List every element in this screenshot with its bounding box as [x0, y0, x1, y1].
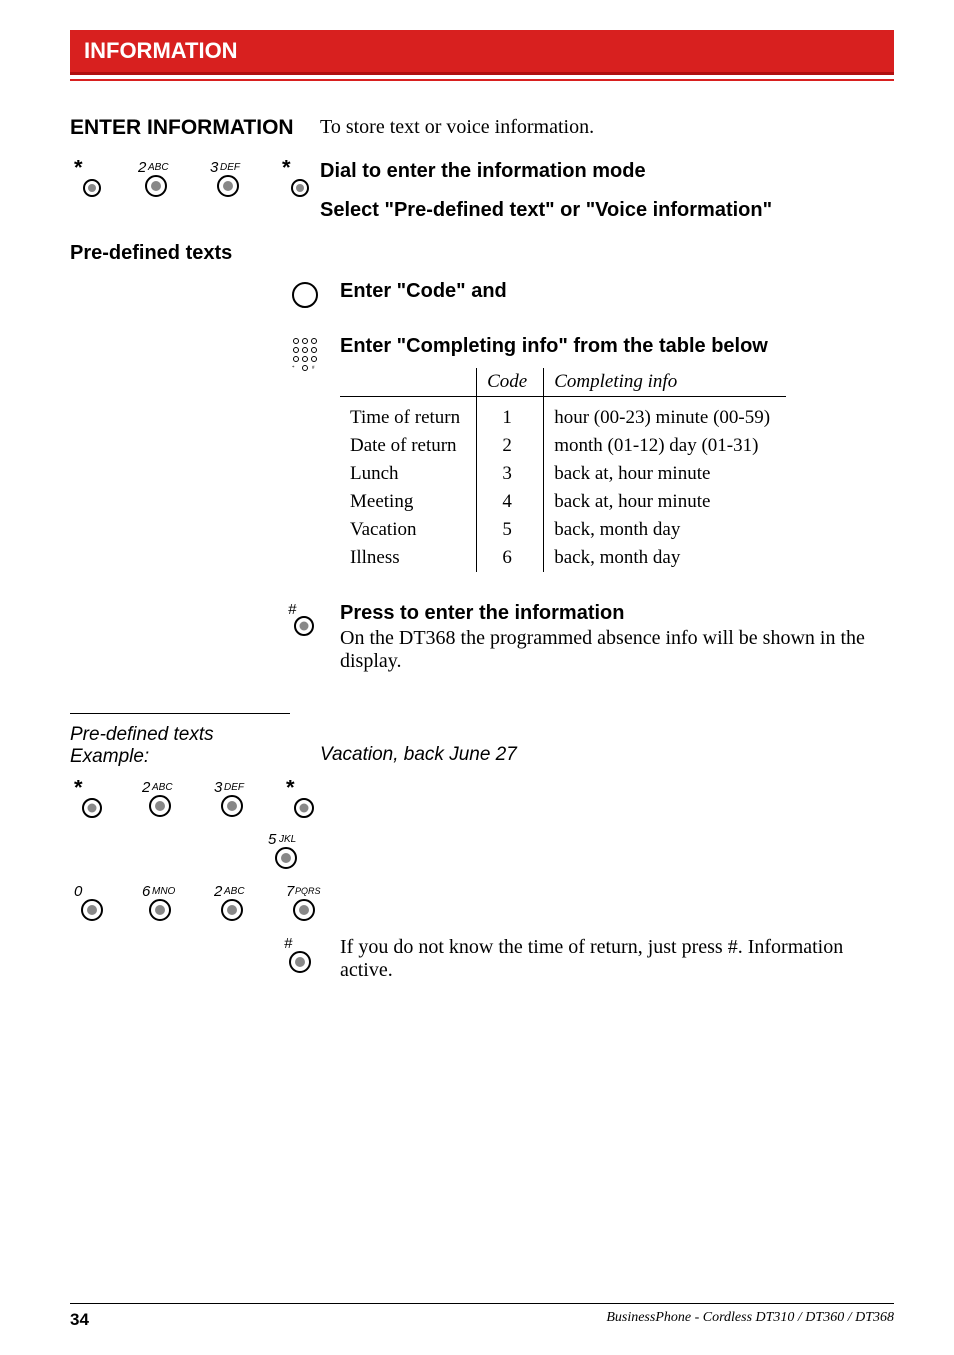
predefined-heading: Pre-defined texts [70, 242, 894, 265]
table-cell: back at, hour minute [544, 488, 786, 516]
table-cell: Illness [340, 544, 477, 572]
dial-instruction: Dial to enter the information mode [320, 160, 894, 183]
keypad-cluster-icon: *# [290, 358, 320, 375]
svg-text:3: 3 [214, 780, 223, 796]
table-cell: 1 [477, 396, 544, 432]
six-key-icon: 6MNO [142, 884, 190, 924]
example-footer-text: If you do not know the time of return, j… [340, 936, 894, 982]
select-instruction: Select "Pre-defined text" or "Voice info… [320, 199, 894, 222]
example-heading2: Example: [70, 746, 320, 768]
star-key-icon: * [74, 780, 118, 820]
example-row3: 0 6MNO 2ABC 7PQRS [70, 884, 320, 924]
table-cell: back, month day [544, 544, 786, 572]
enter-information-desc: To store text or voice information. [320, 116, 594, 138]
table-cell: Vacation [340, 516, 477, 544]
svg-text:*: * [74, 780, 83, 800]
svg-text:7: 7 [286, 884, 295, 900]
footer-text: BusinessPhone - Cordless DT310 / DT360 /… [606, 1310, 894, 1330]
table-cell: back at, hour minute [544, 460, 786, 488]
table-header-completing: Completing info [544, 368, 786, 397]
section-header-text: INFORMATION [84, 38, 238, 63]
two-key-icon: 2ABC [142, 780, 190, 820]
svg-text:#: # [288, 602, 297, 618]
divider [70, 713, 290, 714]
svg-text:5: 5 [268, 832, 277, 848]
page-footer: 34 BusinessPhone - Cordless DT310 / DT36… [70, 1303, 894, 1330]
example-right: Vacation, back June 27 [320, 744, 894, 766]
circle-icon [290, 297, 320, 314]
star-key-icon: * [286, 780, 330, 820]
table-cell: 3 [477, 460, 544, 488]
svg-text:*: * [292, 366, 295, 371]
table-cell: back, month day [544, 516, 786, 544]
example-row1: * 2ABC 3DEF * [70, 780, 320, 820]
svg-text:PQRS: PQRS [295, 886, 321, 896]
enter-completing-instruction: Enter "Completing info" from the table b… [340, 335, 768, 357]
table-cell: month (01-12) day (01-31) [544, 432, 786, 460]
zero-key-icon: 0 [74, 884, 118, 924]
header-underline [70, 79, 894, 81]
svg-text:ABC: ABC [223, 886, 245, 897]
table-header-blank [340, 368, 477, 397]
svg-text:MNO: MNO [152, 886, 176, 897]
seven-key-icon: 7PQRS [286, 884, 338, 924]
example-heading1: Pre-defined texts [70, 724, 320, 746]
table-cell: 5 [477, 516, 544, 544]
svg-text:ABC: ABC [147, 162, 169, 173]
svg-text:JKL: JKL [278, 834, 296, 845]
svg-text:6: 6 [142, 884, 151, 900]
hash-key-icon: # [284, 625, 320, 642]
section-header: INFORMATION [70, 30, 894, 75]
table-cell: Time of return [340, 396, 477, 432]
press-heading: Press to enter the information [340, 602, 894, 625]
svg-text:2: 2 [138, 160, 147, 176]
svg-text:3: 3 [210, 160, 219, 176]
svg-text:2: 2 [142, 780, 151, 796]
svg-text:*: * [282, 160, 291, 180]
two-key-icon: 2ABC [214, 884, 262, 924]
page-number: 34 [70, 1310, 89, 1330]
three-key-icon: 3DEF [210, 160, 258, 198]
star-key-icon: * [74, 160, 114, 198]
svg-text:*: * [286, 780, 295, 800]
svg-text:ABC: ABC [151, 782, 173, 793]
hash-key-icon: # [280, 936, 316, 976]
page: INFORMATION ENTER INFORMATION To store t… [0, 0, 954, 1355]
svg-text:#: # [312, 366, 315, 371]
three-key-icon: 3DEF [214, 780, 262, 820]
five-key-icon: 5JKL [268, 832, 316, 872]
table-cell: 6 [477, 544, 544, 572]
table-cell: Meeting [340, 488, 477, 516]
table-cell: Lunch [340, 460, 477, 488]
enter-information-heading: ENTER INFORMATION [70, 116, 294, 139]
svg-text:DEF: DEF [224, 782, 245, 793]
svg-text:#: # [284, 936, 293, 952]
star-key-icon: * [282, 160, 322, 198]
table-cell: hour (00-23) minute (00-59) [544, 396, 786, 432]
code-table: Code Completing info Time of return1hour… [340, 368, 786, 572]
enter-code-instruction: Enter "Code" and [340, 280, 507, 302]
dial-sequence: * 2ABC 3DEF * [70, 160, 320, 198]
svg-text:DEF: DEF [220, 162, 241, 173]
svg-text:2: 2 [214, 884, 223, 900]
two-key-icon: 2ABC [138, 160, 186, 198]
svg-text:0: 0 [74, 884, 83, 900]
table-header-code: Code [477, 368, 544, 397]
table-cell: Date of return [340, 432, 477, 460]
svg-text:*: * [74, 160, 83, 180]
table-cell: 2 [477, 432, 544, 460]
table-cell: 4 [477, 488, 544, 516]
example-row2: 5JKL [70, 832, 320, 872]
press-body: On the DT368 the programmed absence info… [340, 627, 894, 673]
